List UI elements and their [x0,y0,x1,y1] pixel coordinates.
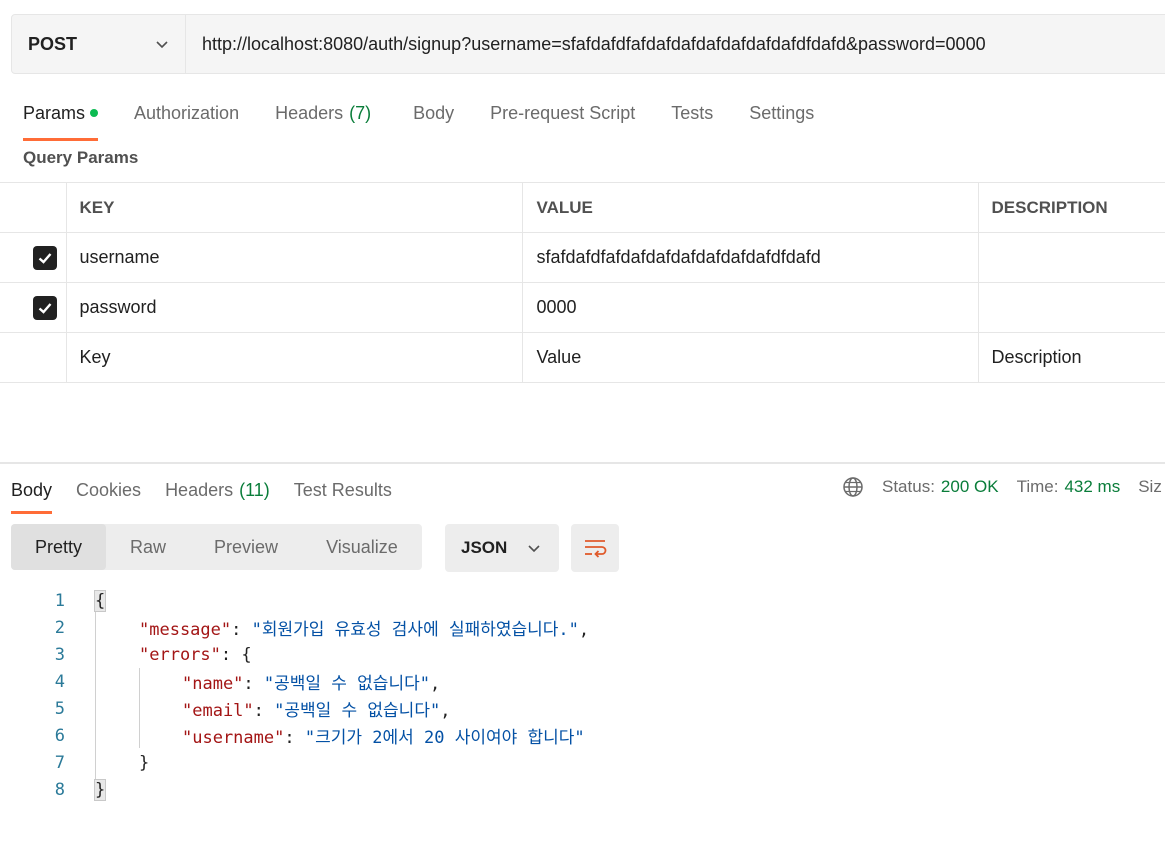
response-body-code: 1 { 2 "message": "회원가입 유효성 검사에 실패하였습니다."… [0,587,589,803]
param-description[interactable] [978,282,1165,333]
tab-tests[interactable]: Tests [671,92,713,134]
time-value[interactable]: 432 ms [1064,477,1120,497]
json-brace: { [241,644,252,665]
view-raw[interactable]: Raw [106,524,190,570]
value-input[interactable]: Value [522,332,979,383]
line-number: 6 [54,725,65,746]
checkbox-column-header [0,182,67,233]
param-value[interactable]: 0000 [522,282,979,333]
param-key[interactable]: username [66,232,523,283]
url-input[interactable]: http://localhost:8080/auth/signup?userna… [186,15,1165,73]
param-value[interactable]: sfafdafdfafdafdafdafdafdafdafdfdafd [522,232,979,283]
json-value: "공백일 수 없습니다" [274,701,441,721]
request-tabs: Params Authorization Headers (7) Body Pr… [0,92,832,141]
tab-cookies[interactable]: Cookies [76,474,141,507]
tab-response-headers[interactable]: Headers (11) [165,474,270,507]
value-column-header: VALUE [522,182,979,233]
json-brace: { [93,589,107,612]
response-divider[interactable] [0,462,1165,464]
tab-response-headers-label: Headers [165,480,234,500]
tab-body[interactable]: Body [413,92,454,134]
wrap-lines-icon [585,540,607,558]
table-header-row: KEY VALUE DESCRIPTION [0,182,1165,233]
size-label: Siz [1138,477,1162,496]
headers-count: (7) [349,102,372,123]
code-line: 2 "message": "회원가입 유효성 검사에 실패하였습니다.", [0,614,589,641]
key-column-header: KEY [66,182,523,233]
status-value[interactable]: 200 OK [941,477,999,497]
code-line: 1 { [0,587,589,614]
status-label: Status: [882,477,935,496]
line-number: 2 [54,617,65,638]
param-description[interactable] [978,232,1165,283]
response-status-bar: Status: 200 OK Time: 432 ms Siz [842,476,1162,498]
line-number: 4 [54,671,65,692]
checkbox-checked[interactable] [33,295,57,320]
tab-settings[interactable]: Settings [749,92,814,134]
code-line: 8 } [0,776,589,803]
view-visualize[interactable]: Visualize [302,524,422,570]
line-number: 1 [54,590,65,611]
row-checkbox-cell [0,332,67,383]
line-number: 3 [54,644,65,665]
view-mode-selector: Pretty Raw Preview Visualize [11,524,422,570]
checkbox-checked[interactable] [33,245,57,270]
row-checkbox-cell [0,282,67,333]
check-icon [38,252,52,264]
request-bar: POST http://localhost:8080/auth/signup?u… [11,14,1165,74]
globe-icon[interactable] [842,476,864,498]
param-key[interactable]: password [66,282,523,333]
json-key: "errors" [139,644,221,665]
method-select[interactable]: POST [12,15,186,73]
tab-authorization[interactable]: Authorization [134,92,239,134]
table-row: username sfafdafdfafdafdafdafdafdafdafdf… [0,232,1165,283]
line-number: 7 [54,752,65,773]
wrap-lines-button[interactable] [571,524,619,572]
query-params-table: KEY VALUE DESCRIPTION username sfafdafdf… [0,182,1165,383]
line-number: 8 [54,779,65,800]
json-value: "공백일 수 없습니다" [263,674,430,694]
json-brace: } [93,778,107,801]
method-label: POST [28,33,78,54]
json-key: "username" [182,728,285,748]
table-row: password 0000 [0,282,1165,333]
description-input[interactable]: Description [978,332,1165,383]
key-input[interactable]: Key [66,332,523,383]
json-value: "회원가입 유효성 검사에 실패하였습니다." [251,620,579,640]
tab-params[interactable]: Params [23,92,99,141]
chevron-down-icon [528,545,540,553]
json-value: "크기가 2에서 20 사이여야 합니다" [304,728,585,748]
params-active-dot [90,109,99,117]
code-line: 5 "email": "공백일 수 없습니다", [0,695,589,722]
code-line: 3 "errors": { [0,641,589,668]
code-line: 4 "name": "공백일 수 없습니다", [0,668,589,695]
query-params-title: Query Params [23,148,139,167]
time-label: Time: [1016,477,1059,496]
tab-headers-label: Headers [275,102,344,123]
chevron-down-icon [156,41,168,49]
check-icon [38,302,52,314]
code-line: 7 } [0,749,589,776]
tab-response-body[interactable]: Body [11,474,53,514]
row-checkbox-cell [0,232,67,283]
description-column-header: DESCRIPTION [978,182,1165,233]
response-headers-count: (11) [239,480,270,500]
tab-pre-request-script[interactable]: Pre-request Script [490,92,635,134]
table-row-empty: Key Value Description [0,332,1165,383]
format-select[interactable]: JSON [445,524,559,572]
line-number: 5 [54,698,65,719]
view-pretty[interactable]: Pretty [11,524,107,570]
view-preview[interactable]: Preview [190,524,302,570]
tab-test-results[interactable]: Test Results [294,474,392,507]
tab-headers[interactable]: Headers (7) [275,92,371,134]
json-key: "name" [182,674,244,694]
json-key: "message" [139,620,232,640]
code-line: 6 "username": "크기가 2에서 20 사이여야 합니다" [0,722,589,749]
format-label: JSON [461,538,508,557]
tab-params-label: Params [23,102,86,123]
json-key: "email" [182,701,254,721]
json-brace: } [139,752,150,773]
response-tabs: Body Cookies Headers (11) Test Results [0,474,404,514]
